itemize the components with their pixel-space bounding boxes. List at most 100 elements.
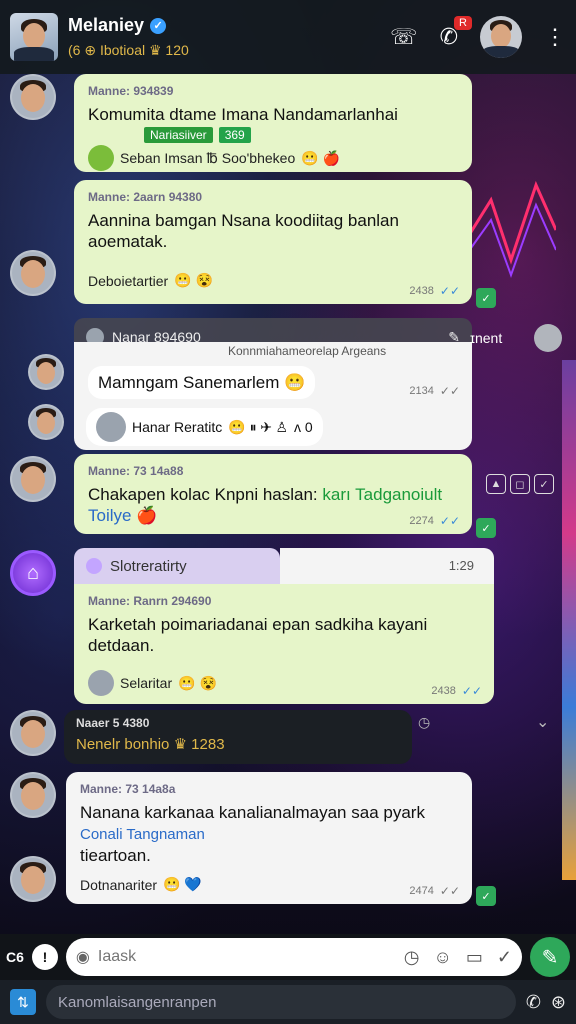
tag-badge[interactable]: Nariasiiver [144,127,213,143]
verified-icon: ✓ [150,17,167,34]
reaction-icon[interactable]: ✓ [476,288,496,308]
sender-avatar[interactable] [10,456,56,502]
tag-badge[interactable]: 369 [218,127,251,143]
message-footer: Seban Imsan ℔ Soo'bhekeo 😬 🍎 [88,145,458,171]
contact-avatar[interactable] [10,13,58,61]
message-text: Nenelr bonhio ♛ 1283 [76,736,225,753]
contact-status: (6 ⊕ Ibotioal ♛ 120 [68,42,189,58]
emoji-icon: 😬 🍎 [301,149,341,166]
clock-icon: ◷ [418,714,431,730]
message-text: Nanana karkanaa kanalianalmayan saa pyar… [80,803,425,865]
message-text: Komumita dtame Imana Nandamarlanhai [88,105,398,124]
message-input-wrapper[interactable]: ◉ ◷ ☺ ▭ ✓ [65,938,522,976]
bottom-bar: ⇅ Kanomlaisangenranpen ✆ ⊛ [0,980,576,1024]
side-icon[interactable]: ◻ [510,474,530,494]
sender-avatar[interactable] [10,250,56,296]
app-icon[interactable]: ⇅ [10,989,36,1015]
message-bubble[interactable]: Manne: 73 14a8a Nanana karkanaa kanalian… [66,772,472,904]
mini-avatar[interactable] [88,670,114,696]
message-tags: Nariasiiver 369 [144,127,458,143]
sender-avatar[interactable] [28,404,64,440]
emoji-icon[interactable]: ☺ [434,947,452,968]
quote-title: Slotreratirty [110,557,187,575]
message-subtext: Seban Imsan ℔ Soo'bhekeo [120,149,296,166]
contact-info[interactable]: Melaniey ✓ (6 ⊕ Ibotioal ♛ 120 [68,15,189,59]
message-footer: Deboietartier 😬 😵 [88,272,458,289]
side-avatar[interactable] [534,324,562,352]
call-badge: R [454,16,472,30]
message-link[interactable]: Toilye [88,506,131,525]
reaction-icon[interactable]: ✓ [476,518,496,538]
message-time: 2474 ✓✓ [409,884,460,898]
mini-avatar [86,558,102,574]
message-bubble[interactable]: Manne: 934839 Komumita dtame Imana Nanda… [74,74,472,172]
call-icon[interactable]: ✆ R [440,16,472,50]
inner-bubble: Mamngam Sanemarlem 😬 [88,366,316,399]
reply-subtext: Konnmiahameorelap Argeans [228,344,387,358]
message-sender: Naaer 5 4380 [76,716,150,730]
message-bubble[interactable]: Manne: 73 14a88 Chakapen kolac Knpni has… [74,454,472,534]
read-ticks-icon: ✓✓ [439,284,460,298]
send-button[interactable]: ✎ [530,937,570,977]
inner-bubble[interactable]: Hanar Reratitc 😬 ⏸ ✈ ♙ ʌ 0 [86,408,323,446]
message-bubble[interactable]: Manne: 2aarn 94380 Aannina bamgan Nsana … [74,180,472,304]
message-time: 2134 ✓✓ [409,384,460,398]
message-sender: Manne: 934839 [88,84,174,98]
message-link[interactable]: karı Tadganoiult [322,485,442,504]
bot-avatar[interactable]: ⌂ [10,550,56,596]
message-time: 2438 ✓✓ [431,684,482,698]
message-sender: Manne: 73 14a8a [80,782,176,796]
check-circle-icon[interactable]: ✓ [497,947,512,968]
reaction-icon[interactable]: ✓ [476,886,496,906]
emoji-icon: 😬 ⏸ ✈ ♙ [228,418,288,435]
side-label: ɪnent [470,330,503,346]
message-time: 2274 ✓✓ [409,514,460,528]
bottom-search[interactable]: Kanomlaisangenranpen [46,985,516,1019]
header-avatar[interactable] [480,16,522,58]
message-text: Karketah poimariadanai epan sadkiha kaya… [88,615,428,655]
clock-icon[interactable]: ◷ [404,947,420,968]
quote-time: 1:29 [448,558,474,573]
message-subtext-tail: ʌ 0 [294,419,313,435]
quote-header[interactable]: Slotreratirty [74,548,280,584]
sender-avatar[interactable] [10,74,56,120]
accessibility-icon[interactable]: ⊛ [551,992,566,1013]
chevron-down-icon[interactable]: ⌄ [536,712,549,732]
sender-avatar[interactable] [10,856,56,902]
message-subtext: Dotnanariter [80,876,158,893]
message-input[interactable] [97,948,396,966]
message-bubble[interactable]: Naaer 5 4380 Nenelr bonhio ♛ 1283 [64,710,412,764]
sender-avatar[interactable] [28,354,64,390]
chat-header: Melaniey ✓ (6 ⊕ Ibotioal ♛ 120 ☏ ✆ R ⋮ [0,0,576,74]
message-time: 2438 ✓✓ [409,284,460,298]
message-subtext: Selaritar [120,675,173,691]
message-text: Mamngam Sanemarlem [98,373,280,392]
mini-avatar [96,412,126,442]
emoji-icon: 🍎 [136,506,158,525]
message-subtext: Hanar Reratitc [132,419,223,435]
mini-avatar[interactable] [88,145,114,171]
side-icon[interactable]: ▲ [486,474,506,494]
message-link[interactable]: Conali Tangnaman [80,826,205,843]
message-bubble[interactable]: Manne: Ranrn 294690 Karketah poimariadan… [74,584,494,704]
message-footer: Selaritar 😬 😵 [88,670,480,696]
emoji-icon: 😬 [284,373,306,392]
call-back-icon[interactable]: ☏ [390,24,418,50]
message-list[interactable]: ⌂ Manne: 934839 Komumita dtame Imana Nan… [0,74,576,934]
sender-avatar[interactable] [10,710,56,756]
contact-name: Melaniey ✓ [68,15,189,36]
call-icon[interactable]: ✆ [526,992,541,1013]
emoji-icon: 😬 💙 [163,876,202,892]
message-sender: Manne: Ranrn 294690 [88,594,212,608]
more-icon[interactable]: ⋮ [544,24,566,50]
gallery-icon[interactable]: ▭ [466,947,483,968]
keyboard-language[interactable]: C6 [6,949,24,965]
attach-button[interactable]: ! [31,944,58,970]
side-icon[interactable]: ✓ [534,474,554,494]
quote-header-fill: 1:29 [280,548,494,584]
message-sender: Manne: 2aarn 94380 [88,190,203,204]
message-sender: Manne: 73 14a88 [88,464,184,478]
search-icon: ◉ [75,949,90,966]
message-text: Aannina bamgan Nsana koodiitag banlan ao… [88,211,399,251]
sender-avatar[interactable] [10,772,56,818]
